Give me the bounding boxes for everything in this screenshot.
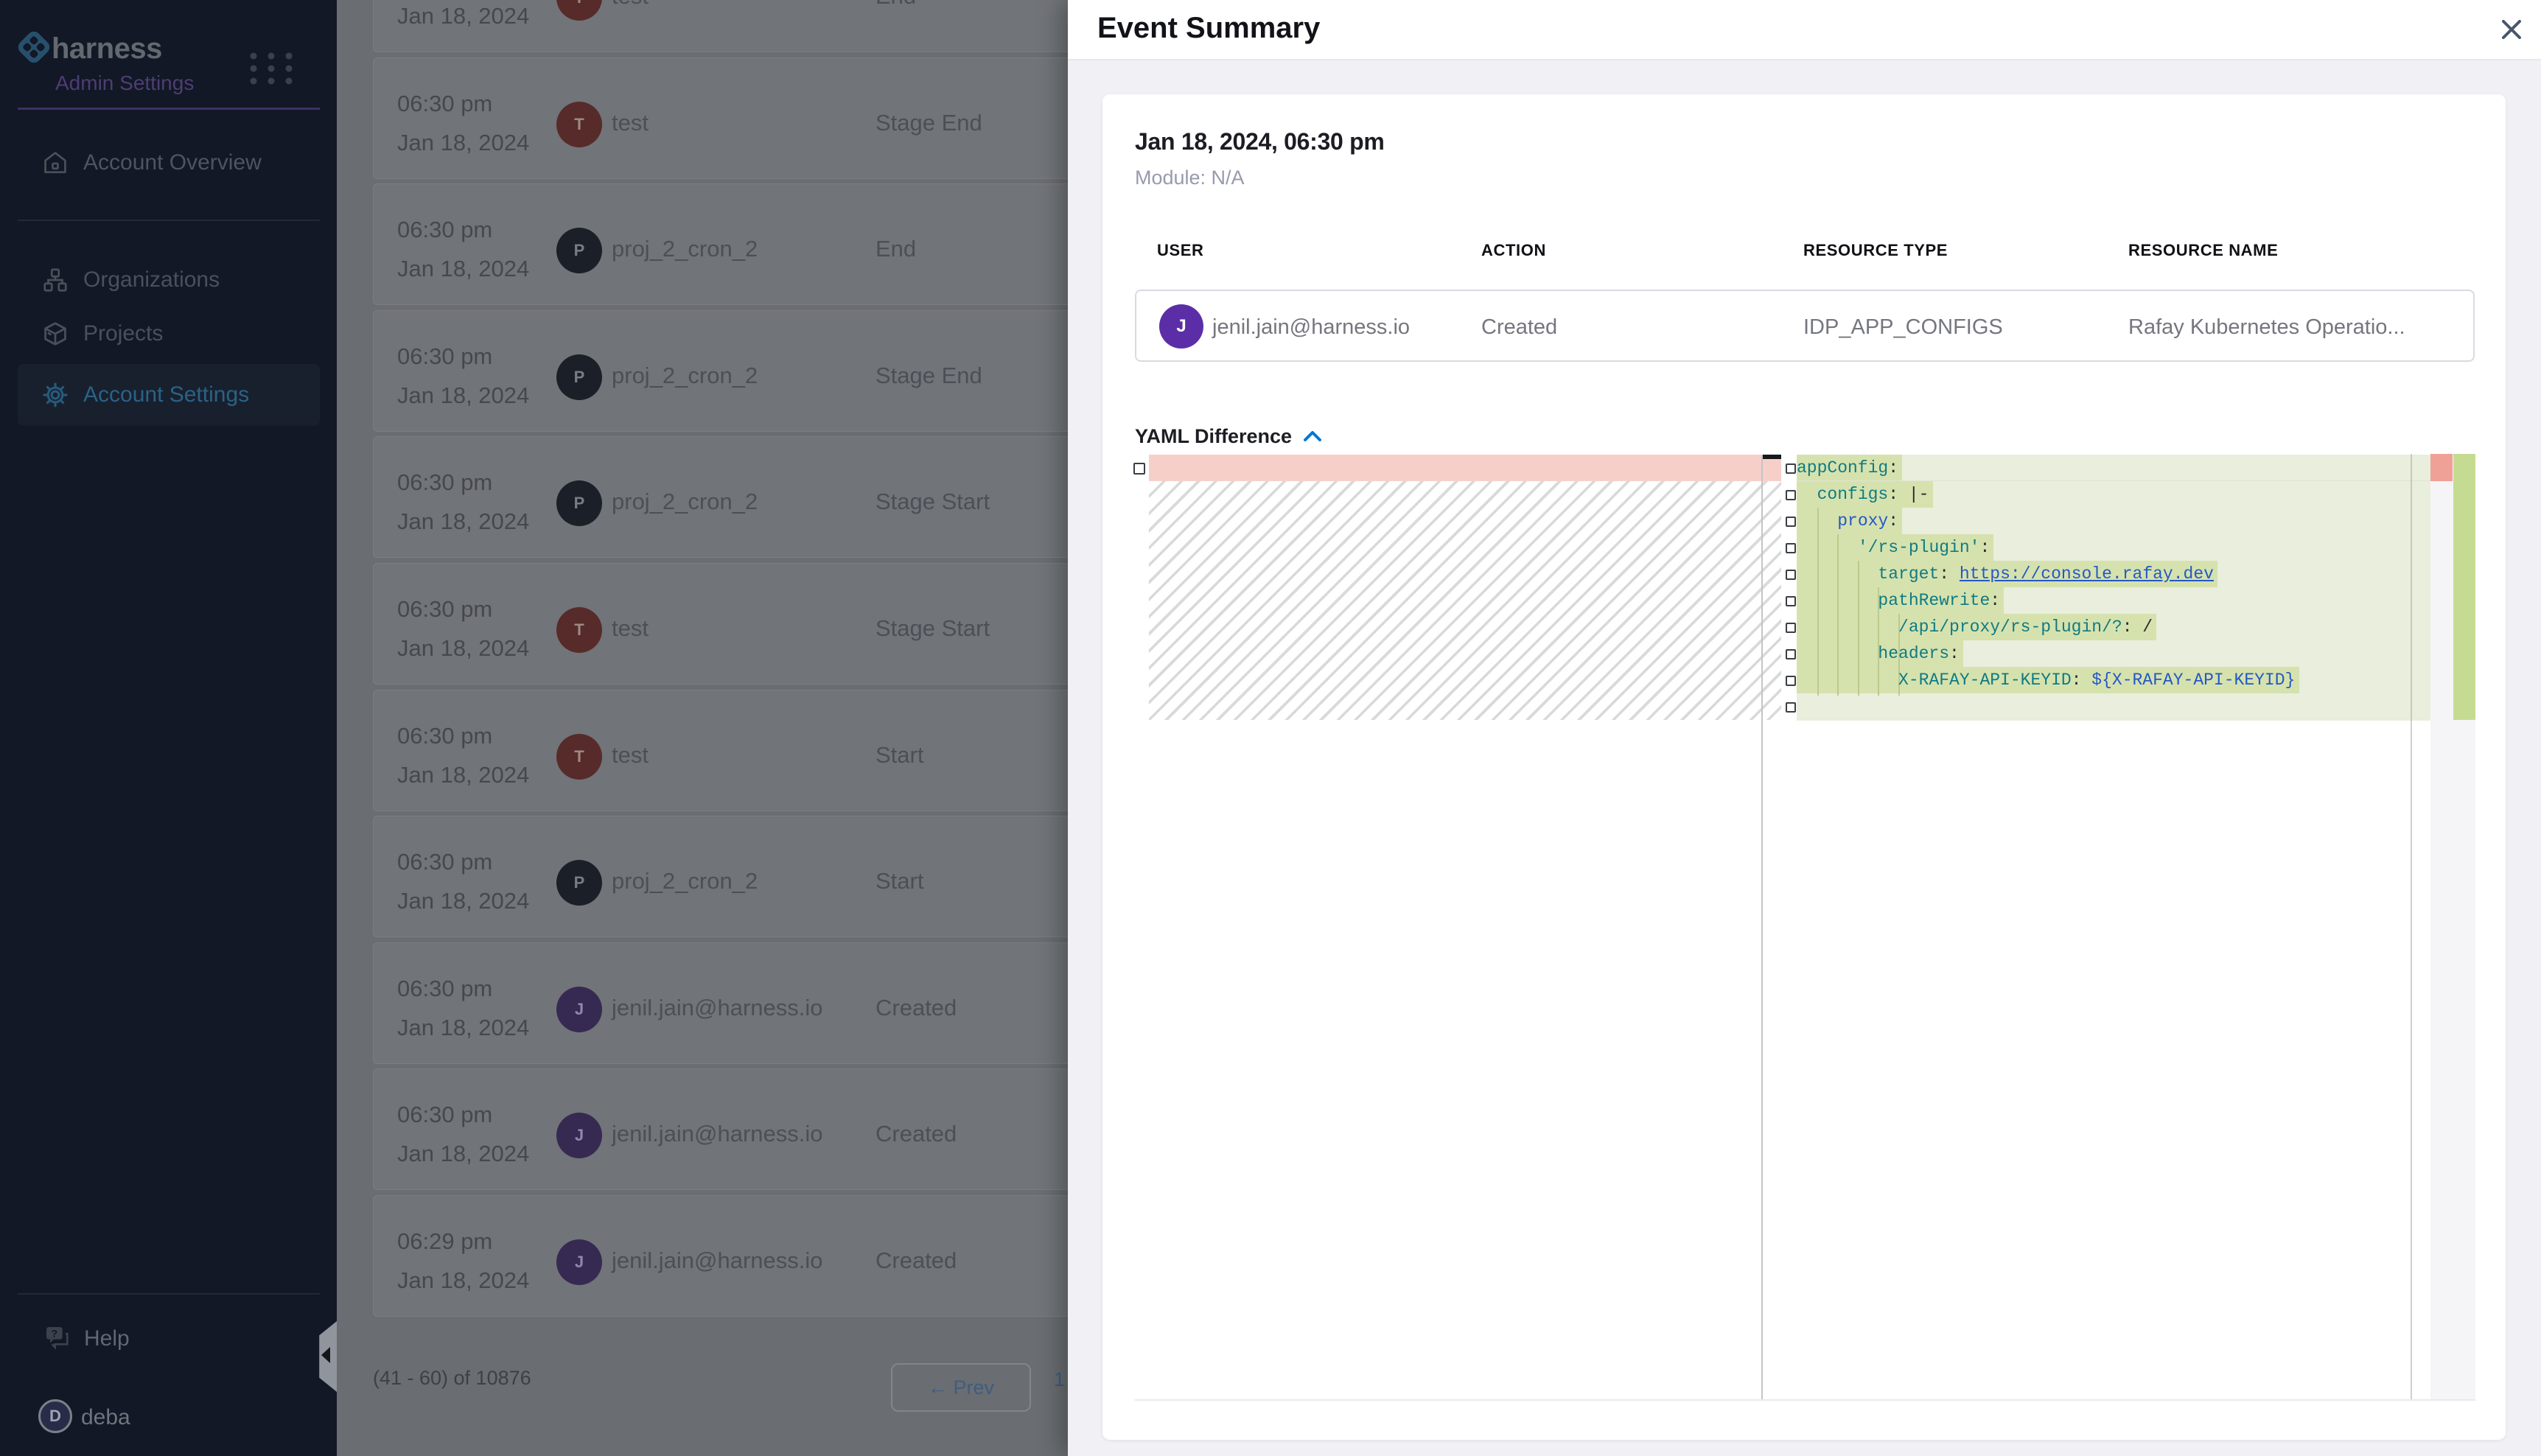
svg-text:?: ? <box>52 1328 58 1340</box>
